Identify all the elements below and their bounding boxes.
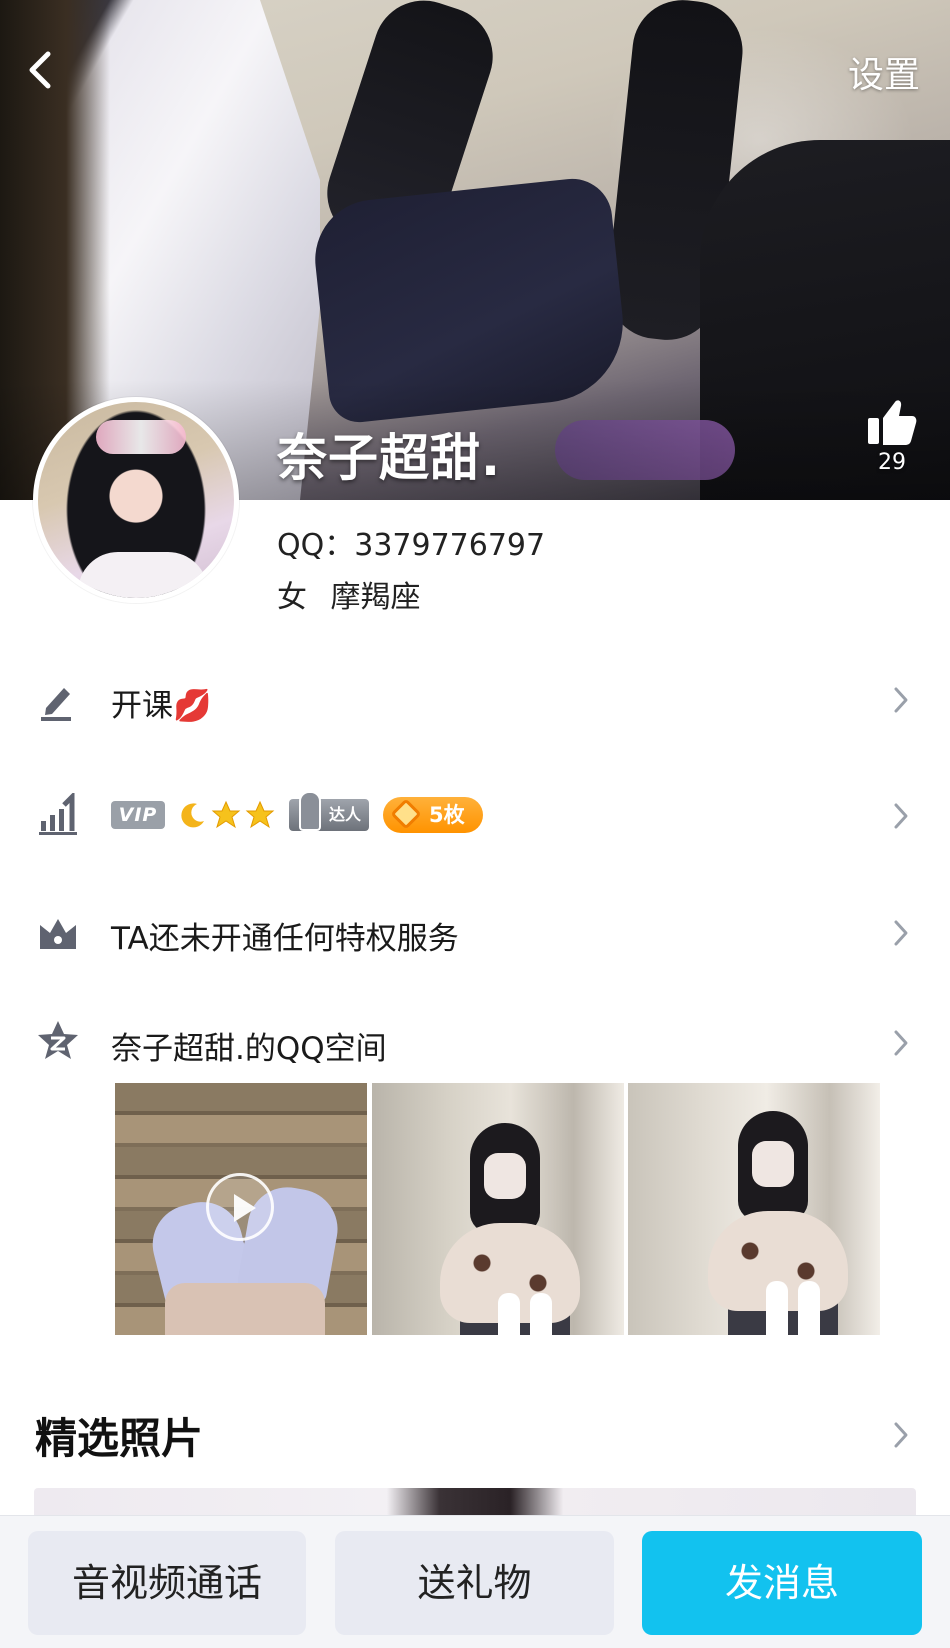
- qzone-thumbnails: [115, 1083, 881, 1335]
- back-button[interactable]: [22, 48, 62, 92]
- lips-emoji: 💋: [173, 688, 212, 724]
- gender-label: 女: [277, 580, 307, 615]
- medal-count: 5枚: [429, 803, 465, 827]
- chevron-right-icon: [894, 803, 908, 829]
- pencil-icon: [41, 688, 71, 721]
- thumb-shape: [165, 1283, 325, 1335]
- chevron-right-icon: [894, 920, 908, 946]
- crown-icon: [40, 919, 76, 949]
- medal-icon: [390, 798, 422, 830]
- chevron-left-icon: [29, 51, 51, 89]
- thumbs-up-icon: [868, 400, 917, 445]
- qzone-video-thumbnail[interactable]: [115, 1083, 367, 1335]
- badge-list: VIP 达人 5枚: [111, 791, 483, 833]
- signature-text: 开课💋: [111, 680, 212, 725]
- video-call-button[interactable]: 音视频通话: [28, 1531, 306, 1635]
- vip-badge[interactable]: VIP: [111, 801, 165, 829]
- level-icons[interactable]: [179, 800, 275, 830]
- zodiac-label: 摩羯座: [330, 580, 421, 615]
- chevron-right-icon: [894, 1422, 908, 1448]
- thumb-shape: [752, 1141, 794, 1187]
- nickname: 奈子超甜.: [277, 429, 501, 487]
- avatar-bow: [96, 420, 186, 454]
- avatar[interactable]: [33, 397, 239, 603]
- star-icon: [211, 800, 241, 829]
- qzone-star-icon: [38, 1021, 78, 1059]
- chevron-right-icon: [894, 687, 908, 713]
- send-gift-button[interactable]: 送礼物: [335, 1531, 614, 1635]
- thumb-shape: [484, 1153, 526, 1199]
- like-count: 29: [878, 450, 906, 475]
- qq-number: QQ：3379776797: [277, 528, 546, 563]
- profile-meta: 女 摩羯座: [277, 572, 435, 616]
- thumb-shape: [530, 1293, 552, 1335]
- daren-label: 达人: [329, 805, 362, 824]
- chevron-right-icon: [894, 1030, 908, 1056]
- featured-photos-title: 精选照片: [35, 1414, 204, 1463]
- featured-photos-more[interactable]: [890, 1420, 912, 1450]
- qzone-title: 奈子超甜.的QQ空间: [111, 1031, 387, 1067]
- bottom-action-bar: 音视频通话 送礼物 发消息: [0, 1515, 950, 1648]
- send-message-button[interactable]: 发消息: [642, 1531, 922, 1635]
- signature-label: 开课: [111, 688, 173, 724]
- thumb-shape: [498, 1293, 520, 1335]
- qzone-photo-thumbnail[interactable]: [628, 1083, 880, 1335]
- daren-badge[interactable]: 达人: [289, 791, 370, 831]
- signature-row[interactable]: 开课💋: [0, 660, 950, 740]
- like-button[interactable]: 29: [862, 398, 922, 475]
- thumb-shape: [766, 1281, 788, 1335]
- privilege-text: TA还未开通任何特权服务: [111, 921, 459, 957]
- play-icon: [206, 1173, 274, 1241]
- bell-icon: [299, 791, 321, 831]
- level-row[interactable]: VIP 达人 5枚: [0, 775, 950, 855]
- level-chart-icon: [39, 793, 77, 835]
- settings-button[interactable]: 设置: [848, 46, 920, 98]
- star-icon: [245, 800, 275, 829]
- thumb-shape: [798, 1281, 820, 1335]
- medal-badge[interactable]: 5枚: [383, 797, 483, 833]
- avatar-dress: [78, 552, 208, 598]
- moon-icon: [181, 803, 204, 828]
- privilege-row[interactable]: TA还未开通任何特权服务: [0, 893, 950, 973]
- qzone-row[interactable]: 奈子超甜.的QQ空间: [0, 1003, 950, 1083]
- qzone-photo-thumbnail[interactable]: [372, 1083, 624, 1335]
